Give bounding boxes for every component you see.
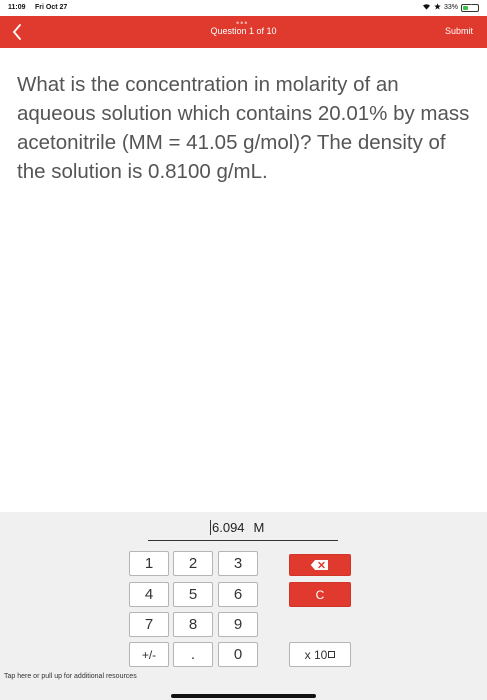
charging-icon: ⚡ <box>467 2 473 12</box>
resources-hint[interactable]: Tap here or pull up for additional resou… <box>4 673 137 680</box>
star-icon <box>434 3 441 12</box>
status-bar: 11:09 Fri Oct 27 33% ⚡ <box>0 0 487 16</box>
exponent-box-icon <box>328 651 336 658</box>
answer-unit: M <box>253 520 265 535</box>
question-text: What is the concentration in molarity of… <box>17 73 470 183</box>
key-8[interactable]: 8 <box>173 612 213 637</box>
keypad-panel: 6.094 M 1 2 3 4 5 6 7 8 9 +/- . 0 C x 10 … <box>0 512 487 700</box>
wifi-icon <box>422 3 431 12</box>
key-2[interactable]: 2 <box>173 551 213 576</box>
key-7[interactable]: 7 <box>129 612 169 637</box>
status-date: Fri Oct 27 <box>35 4 68 11</box>
status-time: 11:09 <box>8 4 26 11</box>
key-0[interactable]: 0 <box>218 642 258 667</box>
clear-button[interactable]: C <box>289 582 351 607</box>
key-9[interactable]: 9 <box>218 612 258 637</box>
submit-button[interactable]: Submit <box>445 26 473 36</box>
key-6[interactable]: 6 <box>218 582 258 607</box>
key-1[interactable]: 1 <box>129 551 169 576</box>
backspace-button[interactable] <box>289 554 351 576</box>
answer-value: 6.094 <box>210 520 245 535</box>
key-decimal[interactable]: . <box>173 642 213 667</box>
backspace-icon <box>310 560 328 570</box>
key-4[interactable]: 4 <box>129 582 169 607</box>
answer-underline <box>148 540 338 541</box>
question-counter: Question 1 of 10 <box>210 26 277 36</box>
key-3[interactable]: 3 <box>218 551 258 576</box>
times-ten-button[interactable]: x 10 <box>289 642 351 667</box>
battery-icon: ⚡ <box>461 2 479 12</box>
answer-field[interactable]: 6.094 M <box>210 520 264 535</box>
status-right: 33% ⚡ <box>422 3 479 12</box>
key-5[interactable]: 5 <box>173 582 213 607</box>
key-sign[interactable]: +/- <box>129 642 169 667</box>
home-indicator[interactable] <box>171 694 316 698</box>
question-header: ••• Question 1 of 10 Submit <box>0 16 487 48</box>
battery-percent: 33% <box>443 4 458 11</box>
times-ten-label: x 10 <box>304 647 328 662</box>
